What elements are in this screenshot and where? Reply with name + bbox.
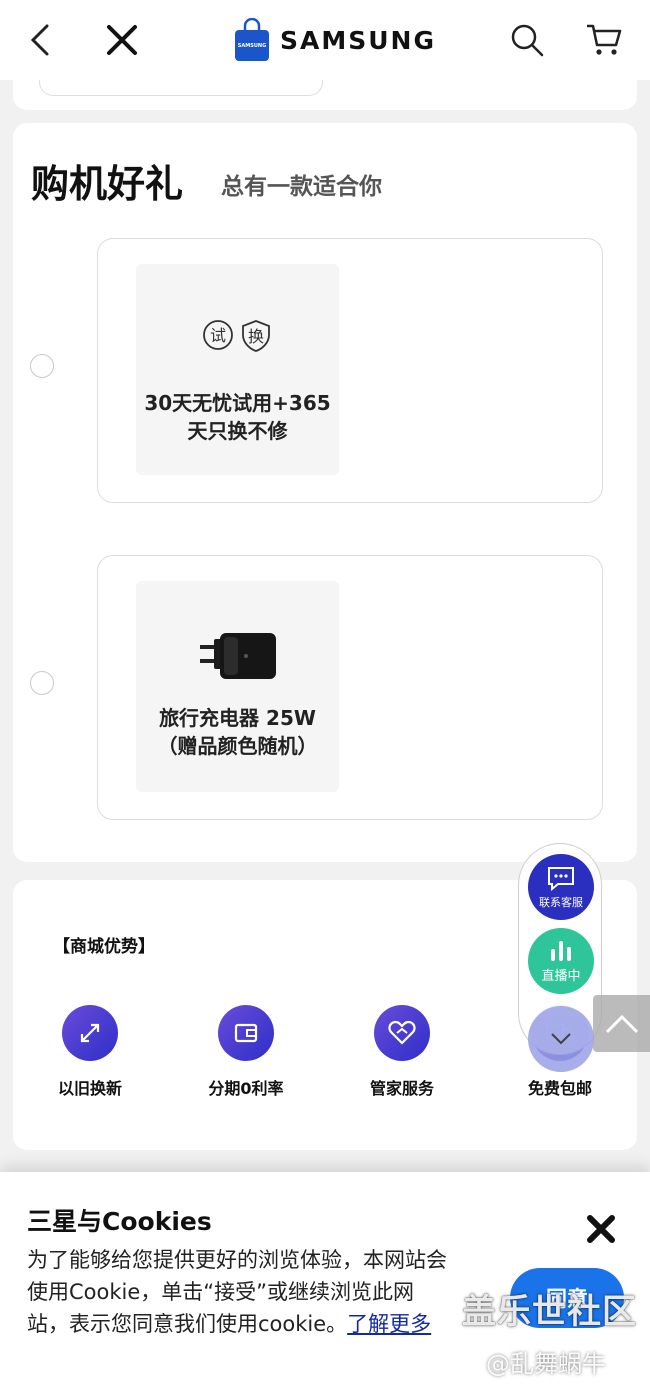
trial-badge-icon: 试 xyxy=(203,320,233,350)
gift-option-2-line1: 旅行充电器 25W xyxy=(159,706,316,730)
trade-in-arrows-icon xyxy=(62,1005,118,1061)
trial-exchange-icons: 试 换 xyxy=(202,319,272,353)
chat-bubble-icon xyxy=(548,866,574,891)
gift-section-subtitle: 总有一款适合你 xyxy=(221,174,382,200)
live-stream-label: 直播中 xyxy=(541,968,581,984)
top-header: SAMSUNG SAMSUNG xyxy=(0,0,650,80)
collapse-panel-button[interactable] xyxy=(528,1006,594,1072)
gift-option-1[interactable]: 试 换 30天无忧试用+365 天只换不修 xyxy=(97,238,603,503)
bag-logo-text: SAMSUNG xyxy=(238,43,266,49)
cookie-banner: 三星与Cookies 为了能够给您提供更好的浏览体验，本网站会使用Cookie，… xyxy=(0,1172,650,1396)
exchange-shield-icon: 换 xyxy=(242,320,270,352)
exchange-badge-text: 换 xyxy=(248,327,264,346)
chevron-left-icon xyxy=(30,24,49,56)
live-stream-button[interactable]: 直播中 xyxy=(528,928,594,994)
advantage-trade-in[interactable]: 以旧换新 xyxy=(25,1005,155,1099)
learn-more-link[interactable]: 了解更多 xyxy=(347,1312,431,1336)
chevron-down-icon xyxy=(551,1033,571,1045)
cookie-banner-title: 三星与Cookies xyxy=(27,1207,212,1236)
close-button[interactable] xyxy=(100,18,144,62)
gift-option-2-line2: （赠品颜色随机） xyxy=(157,734,318,758)
wallet-icon xyxy=(218,1005,274,1061)
contact-service-label: 联系客服 xyxy=(539,895,583,909)
brand-name: SAMSUNG xyxy=(280,25,436,55)
heart-handshake-icon xyxy=(374,1005,430,1061)
cookie-banner-text: 为了能够给您提供更好的浏览体验，本网站会使用Cookie，单击“接受”或继续浏览… xyxy=(27,1244,447,1340)
advantage-installment-label: 分期0利率 xyxy=(208,1079,284,1098)
floating-action-panel: 联系客服 直播中 xyxy=(518,843,602,1072)
trial-badge-text: 试 xyxy=(210,326,226,345)
cookie-close-button[interactable] xyxy=(584,1212,618,1246)
cart-icon xyxy=(587,24,622,55)
chevron-up-icon xyxy=(605,1014,638,1033)
back-button[interactable] xyxy=(18,18,62,62)
cart-button[interactable] xyxy=(582,18,626,62)
advantage-trade-in-label: 以旧换新 xyxy=(57,1079,122,1098)
gift-option-1-radio[interactable] xyxy=(30,354,54,378)
contact-service-button[interactable]: 联系客服 xyxy=(528,854,594,920)
advantage-free-shipping-label: 免费包邮 xyxy=(527,1079,592,1098)
gift-option-1-line2: 天只换不修 xyxy=(187,419,288,443)
author-watermark: @乱舞蜗牛 xyxy=(486,1350,606,1378)
gift-section: 购机好礼 总有一款适合你 试 换 30天无忧试用+365 天只换不修 旅行充电器… xyxy=(13,123,637,862)
search-icon xyxy=(511,24,544,57)
close-icon xyxy=(107,25,137,55)
gift-option-1-card: 试 换 30天无忧试用+365 天只换不修 xyxy=(136,264,339,475)
community-watermark: 盖乐世社区 xyxy=(462,1292,637,1332)
charger-image xyxy=(200,633,276,679)
shopping-bag-logo-icon: SAMSUNG xyxy=(235,18,269,61)
advantage-concierge-label: 管家服务 xyxy=(369,1079,434,1098)
close-icon xyxy=(587,1215,615,1243)
gift-option-2-radio[interactable] xyxy=(30,671,54,695)
live-bars-icon xyxy=(551,940,571,961)
advantage-concierge[interactable]: 管家服务 xyxy=(337,1005,467,1099)
gift-section-title: 购机好礼 xyxy=(31,162,184,206)
gift-option-2-card: 旅行充电器 25W （赠品颜色随机） xyxy=(136,581,339,792)
search-button[interactable] xyxy=(505,18,549,62)
samsung-logo[interactable]: SAMSUNG SAMSUNG xyxy=(234,16,436,64)
advantage-installment[interactable]: 分期0利率 xyxy=(181,1005,311,1099)
scroll-to-top-button[interactable] xyxy=(593,995,650,1052)
gift-option-2[interactable]: 旅行充电器 25W （赠品颜色随机） xyxy=(97,555,603,820)
gift-option-1-line1: 30天无忧试用+365 xyxy=(144,391,331,415)
store-advantages-title: 【商城优势】 xyxy=(53,937,155,957)
